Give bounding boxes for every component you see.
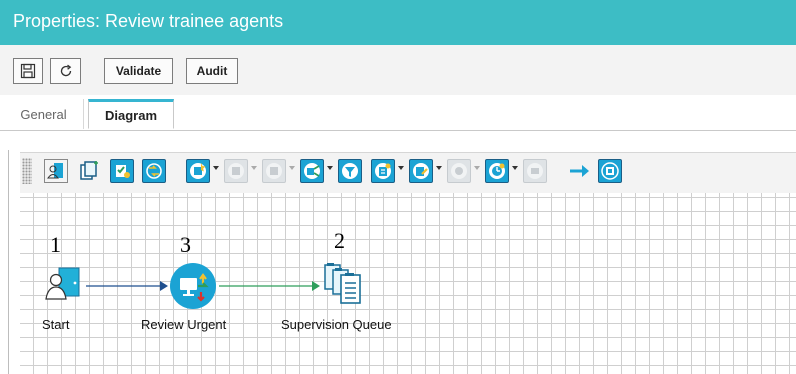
- assign-node-icon[interactable]: [186, 159, 210, 183]
- start-node-icon[interactable]: [44, 159, 68, 183]
- review-node-icon[interactable]: [110, 159, 134, 183]
- split-dropdown-arrow[interactable]: [327, 166, 333, 170]
- node-number: 2: [334, 228, 345, 253]
- disabled-node-icon: [262, 159, 286, 183]
- edit-dropdown-arrow[interactable]: [436, 166, 442, 170]
- copy-node-icon[interactable]: [77, 159, 101, 183]
- assign-dropdown-arrow[interactable]: [213, 166, 219, 170]
- left-border: [8, 150, 9, 374]
- disabled-dropdown-arrow: [251, 166, 257, 170]
- node-number: 1: [50, 232, 61, 257]
- main-toolbar: Validate Audit: [0, 45, 796, 95]
- save-button[interactable]: [13, 58, 43, 84]
- connector-arrowhead: [312, 281, 320, 291]
- connector-arrowhead: [160, 281, 168, 291]
- diagram-canvas[interactable]: 1 Start 3 Review Urgent 2 Supervision Qu…: [20, 193, 796, 374]
- node-label: Start: [42, 317, 70, 332]
- refresh-icon: [60, 64, 71, 77]
- save-icon: [20, 63, 36, 79]
- timer-node-icon[interactable]: [485, 159, 509, 183]
- audit-button[interactable]: Audit: [186, 58, 238, 84]
- review-urgent-node[interactable]: [168, 262, 218, 312]
- toolbar-grip[interactable]: [22, 158, 32, 184]
- form-node-icon[interactable]: [371, 159, 395, 183]
- connectors-layer: [86, 281, 320, 291]
- review-monitor-icon: [170, 263, 216, 309]
- supervision-queue-node[interactable]: [323, 263, 371, 309]
- node-number: 3: [180, 232, 191, 257]
- refresh-button[interactable]: [50, 58, 81, 84]
- start-door-icon: [45, 267, 80, 300]
- form-dropdown-arrow[interactable]: [398, 166, 404, 170]
- tab-diagram[interactable]: Diagram: [88, 99, 174, 129]
- queue-icon: [324, 263, 361, 304]
- timer-dropdown-arrow[interactable]: [512, 166, 518, 170]
- split-node-icon[interactable]: [300, 159, 324, 183]
- disabled-node-icon: [224, 159, 248, 183]
- disabled-dropdown-arrow: [474, 166, 480, 170]
- disabled-dropdown-arrow: [289, 166, 295, 170]
- connect-arrow-icon[interactable]: [568, 159, 592, 183]
- disabled-node-icon: [447, 159, 471, 183]
- filter-icon[interactable]: [338, 159, 362, 183]
- merge-node-icon[interactable]: [142, 159, 166, 183]
- title-bar: Properties: Review trainee agents: [0, 0, 796, 45]
- edit-node-icon[interactable]: [409, 159, 433, 183]
- diagram-toolbar: [20, 152, 796, 193]
- tab-bar: General Diagram: [0, 96, 796, 131]
- disabled-node-icon: [523, 159, 547, 183]
- node-label: Review Urgent: [141, 317, 227, 332]
- start-node[interactable]: [45, 266, 87, 304]
- validate-button[interactable]: Validate: [104, 58, 173, 84]
- node-label: Supervision Queue: [281, 317, 392, 332]
- end-node-icon[interactable]: [598, 159, 622, 183]
- tab-general[interactable]: General: [4, 99, 84, 129]
- window-title: Properties: Review trainee agents: [13, 11, 284, 31]
